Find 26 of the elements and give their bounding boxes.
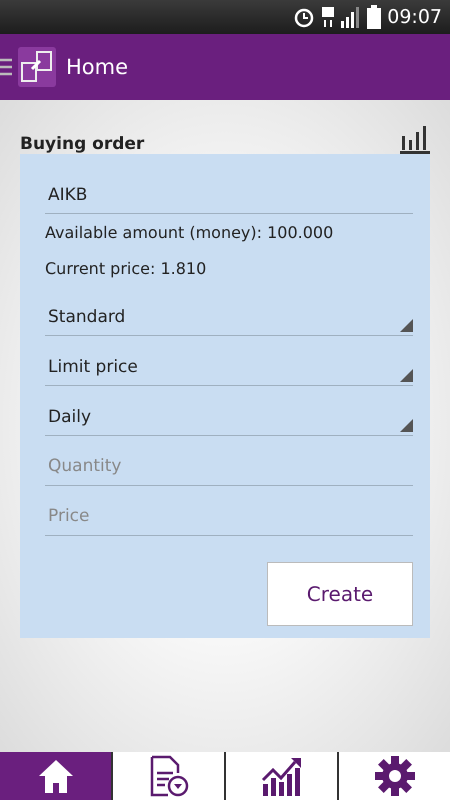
battery-icon (367, 5, 382, 29)
bar-chart-icon[interactable] (400, 124, 430, 154)
dropdown-arrow-icon (400, 419, 413, 432)
menu-icon[interactable] (0, 57, 12, 77)
dropdown-arrow-icon (400, 369, 413, 382)
input-field[interactable]: Quantity (45, 436, 413, 486)
clock-time: 09:07 (387, 6, 442, 28)
document-icon (148, 755, 188, 797)
alarm-icon (293, 6, 316, 28)
input-field[interactable]: Price (45, 486, 413, 536)
dropdown[interactable]: Daily (45, 386, 413, 436)
create-button[interactable]: Create (267, 562, 413, 626)
symbol-field[interactable]: AIKB (45, 164, 413, 214)
info-text: Available amount (money): 100.000 (45, 222, 334, 244)
growth-chart-icon (260, 756, 302, 796)
nav-tab[interactable] (0, 752, 111, 800)
settings-icon (374, 756, 414, 796)
app-logo-icon (18, 47, 56, 87)
dropdown-arrow-icon (400, 319, 413, 332)
signal-icon (341, 6, 362, 28)
dropdown[interactable]: Limit price (45, 336, 413, 386)
screen-title: Home (66, 55, 128, 79)
dropdown[interactable]: Standard (45, 286, 413, 336)
info-text: Current price: 1.810 (45, 258, 208, 280)
home-icon (38, 759, 74, 793)
section-title: Buying order (20, 134, 144, 154)
